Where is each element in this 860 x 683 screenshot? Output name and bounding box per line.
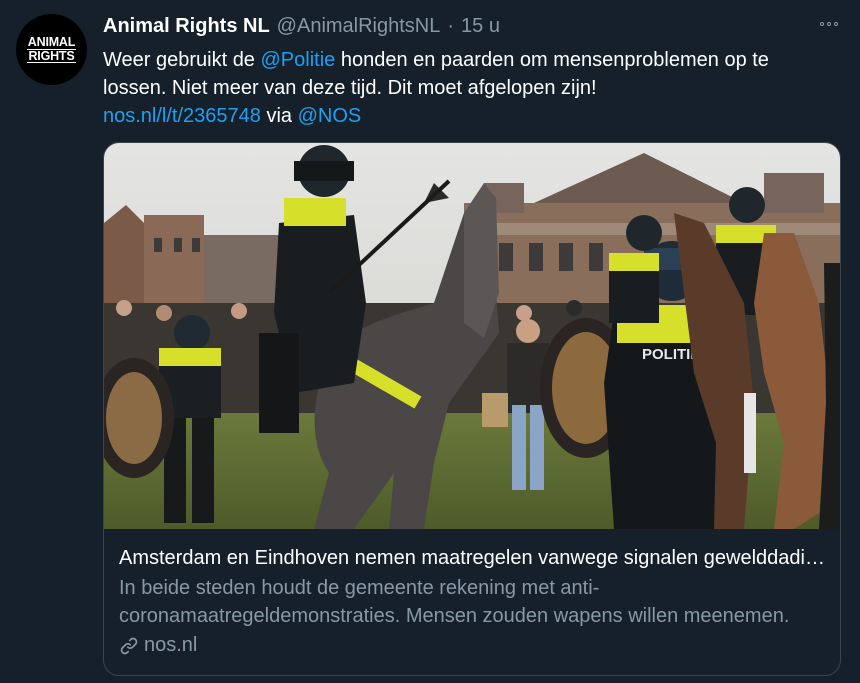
via-text: via [260,105,298,127]
tweet-text: Weer gebruikt de @Politie honden en paar… [103,46,833,130]
avatar-logo-line1: ANIMAL [27,35,76,49]
avatar[interactable]: ANIMAL RIGHTS [16,14,87,85]
tweet-link[interactable]: nos.nl/l/t/2365748 [103,105,261,127]
separator-dot: · [447,15,455,37]
card-source[interactable]: nos.nl [119,634,829,657]
card-title[interactable]: Amsterdam en Eindhoven nemen maatregelen… [119,544,829,572]
display-name[interactable]: Animal Rights NL [103,15,270,38]
card-source-domain: nos.nl [144,634,198,656]
tweet-text-part1: Weer gebruikt de [103,49,261,71]
link-preview-card[interactable]: POLITIE Amsterdam en Eindhoven nemen maa… [103,142,841,676]
tweet[interactable]: ANIMAL RIGHTS Animal Rights NL @AnimalRi… [0,0,860,683]
user-handle[interactable]: @AnimalRightsNL [277,15,441,38]
card-image[interactable]: POLITIE [104,143,841,529]
link-icon [120,637,138,654]
mention-politie[interactable]: @Politie [261,49,336,71]
tweet-header: Animal Rights NL @AnimalRightsNL · 15 u [103,15,500,41]
timestamp[interactable]: 15 u [461,15,500,38]
card-text[interactable]: Amsterdam en Eindhoven nemen maatregelen… [119,544,829,657]
avatar-logo-line2: RIGHTS [27,49,76,63]
card-description: In beide steden houdt de gemeente rekeni… [119,577,790,627]
mention-nos[interactable]: @NOS [298,105,362,127]
more-horizontal-icon[interactable] [816,14,842,34]
